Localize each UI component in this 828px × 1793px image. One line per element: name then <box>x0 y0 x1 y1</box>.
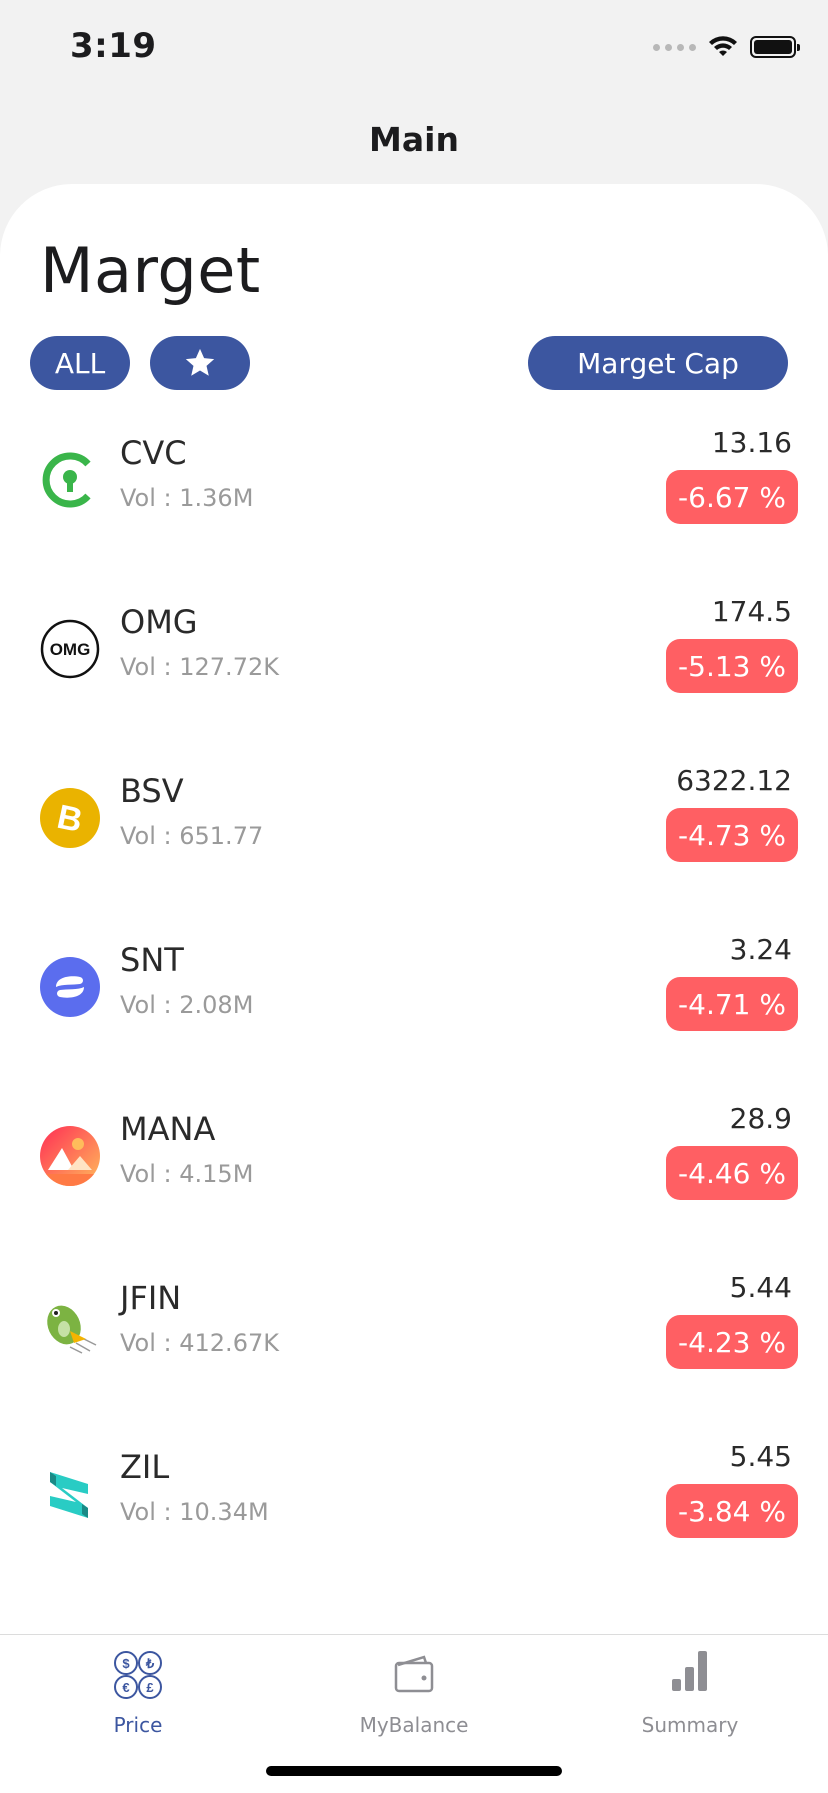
coin-volume: Vol : 1.36M <box>120 484 254 512</box>
mana-logo-icon <box>40 1126 100 1186</box>
svg-text:OMG: OMG <box>50 640 91 659</box>
coin-price: 3.24 <box>729 933 792 966</box>
coin-symbol: MANA <box>120 1110 216 1148</box>
coin-price: 5.45 <box>729 1440 792 1473</box>
omg-logo-icon: OMG <box>40 619 100 679</box>
bsv-logo-icon: B <box>40 788 100 848</box>
change-badge: -4.73 % <box>666 808 798 862</box>
status-icons <box>653 36 800 58</box>
coin-volume: Vol : 127.72K <box>120 653 279 681</box>
coin-symbol: ZIL <box>120 1448 170 1486</box>
tab-price[interactable]: $ ₺ € £ Price <box>0 1635 276 1745</box>
market-cap-label: Marget Cap <box>577 346 739 380</box>
currency-exchange-icon: $ ₺ € £ <box>114 1651 162 1699</box>
home-indicator[interactable] <box>266 1766 562 1776</box>
status-time: 3:19 <box>70 26 157 66</box>
nav-title: Main <box>369 120 459 159</box>
coin-volume: Vol : 651.77 <box>120 822 264 850</box>
coin-symbol: OMG <box>120 603 198 641</box>
filter-all-button[interactable]: ALL <box>30 336 130 390</box>
tab-mybalance-label: MyBalance <box>359 1713 469 1737</box>
coin-price: 13.16 <box>711 426 792 459</box>
bar-chart-icon <box>672 1651 707 1691</box>
tab-summary[interactable]: Summary <box>552 1635 828 1745</box>
snt-logo-icon <box>40 957 100 1017</box>
coin-row-zil[interactable]: ZIL Vol : 10.34M 5.45 -3.84 % <box>0 1418 828 1587</box>
coin-symbol: CVC <box>120 434 187 472</box>
coin-volume: Vol : 4.15M <box>120 1160 254 1188</box>
coin-row-mana[interactable]: MANA Vol : 4.15M 28.9 -4.46 % <box>0 1080 828 1249</box>
change-badge: -4.71 % <box>666 977 798 1031</box>
change-badge: -4.46 % <box>666 1146 798 1200</box>
svg-text:$: $ <box>122 1656 130 1671</box>
status-bar: 3:19 <box>0 0 828 96</box>
star-icon <box>185 348 215 376</box>
svg-text:₺: ₺ <box>145 1656 155 1671</box>
battery-icon <box>750 36 800 58</box>
coin-price: 6322.12 <box>676 764 792 797</box>
wallet-icon <box>394 1655 434 1693</box>
coin-row-omg[interactable]: OMG OMG Vol : 127.72K 174.5 -5.13 % <box>0 573 828 742</box>
tab-mybalance[interactable]: MyBalance <box>276 1635 552 1745</box>
svg-text:€: € <box>122 1680 129 1695</box>
coin-price: 174.5 <box>711 595 792 628</box>
page-title: Marget <box>40 234 261 307</box>
coin-symbol: JFIN <box>120 1279 182 1317</box>
filter-favorites-button[interactable] <box>150 336 250 390</box>
tab-summary-label: Summary <box>641 1713 739 1737</box>
coin-price: 5.44 <box>729 1271 792 1304</box>
coin-row-jfin[interactable]: JFIN Vol : 412.67K 5.44 -4.23 % <box>0 1249 828 1418</box>
change-badge: -4.23 % <box>666 1315 798 1369</box>
filter-all-label: ALL <box>54 346 106 380</box>
cvc-logo-icon <box>42 452 91 508</box>
change-badge: -5.13 % <box>666 639 798 693</box>
change-badge: -6.67 % <box>666 470 798 524</box>
tab-price-label: Price <box>113 1713 163 1737</box>
cellular-signal-icon <box>653 43 696 51</box>
coin-list: CVC Vol : 1.36M 13.16 -6.67 % OMG OMG Vo… <box>0 404 828 1587</box>
coin-volume: Vol : 412.67K <box>120 1329 279 1357</box>
zil-logo-icon <box>50 1472 88 1518</box>
jfin-logo-icon <box>47 1305 97 1354</box>
coin-volume: Vol : 10.34M <box>120 1498 269 1526</box>
wifi-icon <box>709 36 737 56</box>
coin-price: 28.9 <box>729 1102 792 1135</box>
market-cap-sort-button[interactable]: Marget Cap <box>528 336 788 390</box>
coin-row-cvc[interactable]: CVC Vol : 1.36M 13.16 -6.67 % <box>0 404 828 573</box>
coin-row-snt[interactable]: SNT Vol : 2.08M 3.24 -4.71 % <box>0 911 828 1080</box>
coin-symbol: BSV <box>120 772 184 810</box>
coin-volume: Vol : 2.08M <box>120 991 254 1019</box>
coin-row-bsv[interactable]: B BSV Vol : 651.77 6322.12 -4.73 % <box>0 742 828 911</box>
svg-text:£: £ <box>146 1680 154 1695</box>
market-card: Marget ALL Marget Cap CVC Vol : 1.36M 13… <box>0 184 828 1634</box>
coin-symbol: SNT <box>120 941 184 979</box>
change-badge: -3.84 % <box>666 1484 798 1538</box>
